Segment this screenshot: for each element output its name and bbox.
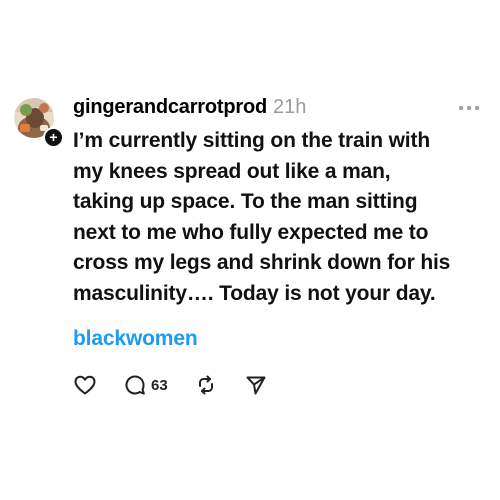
heart-icon [73,373,97,397]
post-body-line: taking up space. To the man sitting [73,190,418,213]
post-actions: 63 [73,372,268,398]
post-header: gingerandcarrotprod 21h [73,96,306,122]
hashtag-link[interactable]: blackwomen [73,327,198,351]
post-body-line: masculinity…. Today is not your day. [73,281,436,305]
comment-icon [123,373,147,397]
repost-icon [194,373,218,397]
share-button[interactable] [244,373,268,397]
reply-count: 63 [151,376,168,394]
thread-post: + gingerandcarrotprod 21h I’m currently … [0,0,500,500]
more-dots-icon[interactable] [456,100,482,116]
follow-plus-icon[interactable]: + [43,127,64,148]
post-body-line: my knees spread out like a man, [73,159,391,183]
repost-button[interactable] [194,373,218,397]
post-body: I’m currently sitting on the train with … [73,126,488,309]
post-timestamp: 21h [273,96,307,118]
author-username[interactable]: gingerandcarrotprod [73,96,267,119]
like-button[interactable] [73,373,97,397]
post-body-line: I’m currently sitting on the train with [73,129,431,152]
author-avatar-container[interactable]: + [14,98,64,148]
post-body-line: next to me who fully expected me to [73,220,429,244]
send-icon [244,373,268,397]
reply-button[interactable]: 63 [123,373,168,397]
post-body-line: cross my legs and shrink down for his [73,251,451,274]
